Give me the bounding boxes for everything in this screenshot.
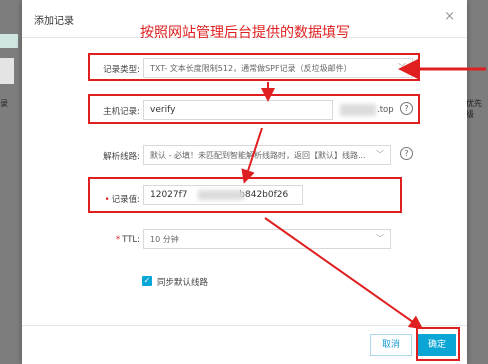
add-record-dialog: 添加记录 × 记录类型: TXT- 文本长度限制512，通常做SPF记录（反垃圾…	[22, 0, 467, 364]
background-text-left: 录	[0, 99, 8, 108]
footer-divider	[22, 325, 467, 326]
ttl-value: 10 分钟	[150, 235, 179, 244]
line-select[interactable]: 默认 - 必填！未匹配到智能解析线路时，返回【默认】线路... ﹀	[143, 145, 391, 165]
chevron-down-icon: ﹀	[376, 234, 384, 243]
line-label: 解析线路:	[103, 152, 140, 162]
highlight-box-host	[88, 94, 420, 124]
line-value: 默认 - 必填！未匹配到智能解析线路时，返回【默认】线路...	[150, 151, 366, 160]
background-text-right: 优先级	[466, 99, 482, 119]
help-icon[interactable]: ?	[400, 147, 413, 160]
ttl-label: * TTL:	[115, 235, 140, 245]
dialog-title: 添加记录	[34, 16, 74, 27]
cancel-button[interactable]: 取消	[370, 334, 412, 356]
highlight-box-ok	[416, 327, 460, 361]
ttl-select[interactable]: 10 分钟 ﹀	[143, 229, 391, 249]
highlight-box-record-type	[88, 53, 420, 81]
annotation-text: 按照网站管理后台提供的数据填写	[140, 25, 350, 41]
close-icon[interactable]: ×	[444, 9, 455, 24]
background-tab	[0, 34, 18, 48]
background-panel	[0, 58, 14, 84]
highlight-box-record-value	[88, 177, 402, 213]
chevron-down-icon: ﹀	[376, 150, 384, 159]
sync-default-checkbox[interactable]: ✓	[142, 276, 152, 286]
sync-default-label: 同步默认线路	[157, 278, 209, 288]
